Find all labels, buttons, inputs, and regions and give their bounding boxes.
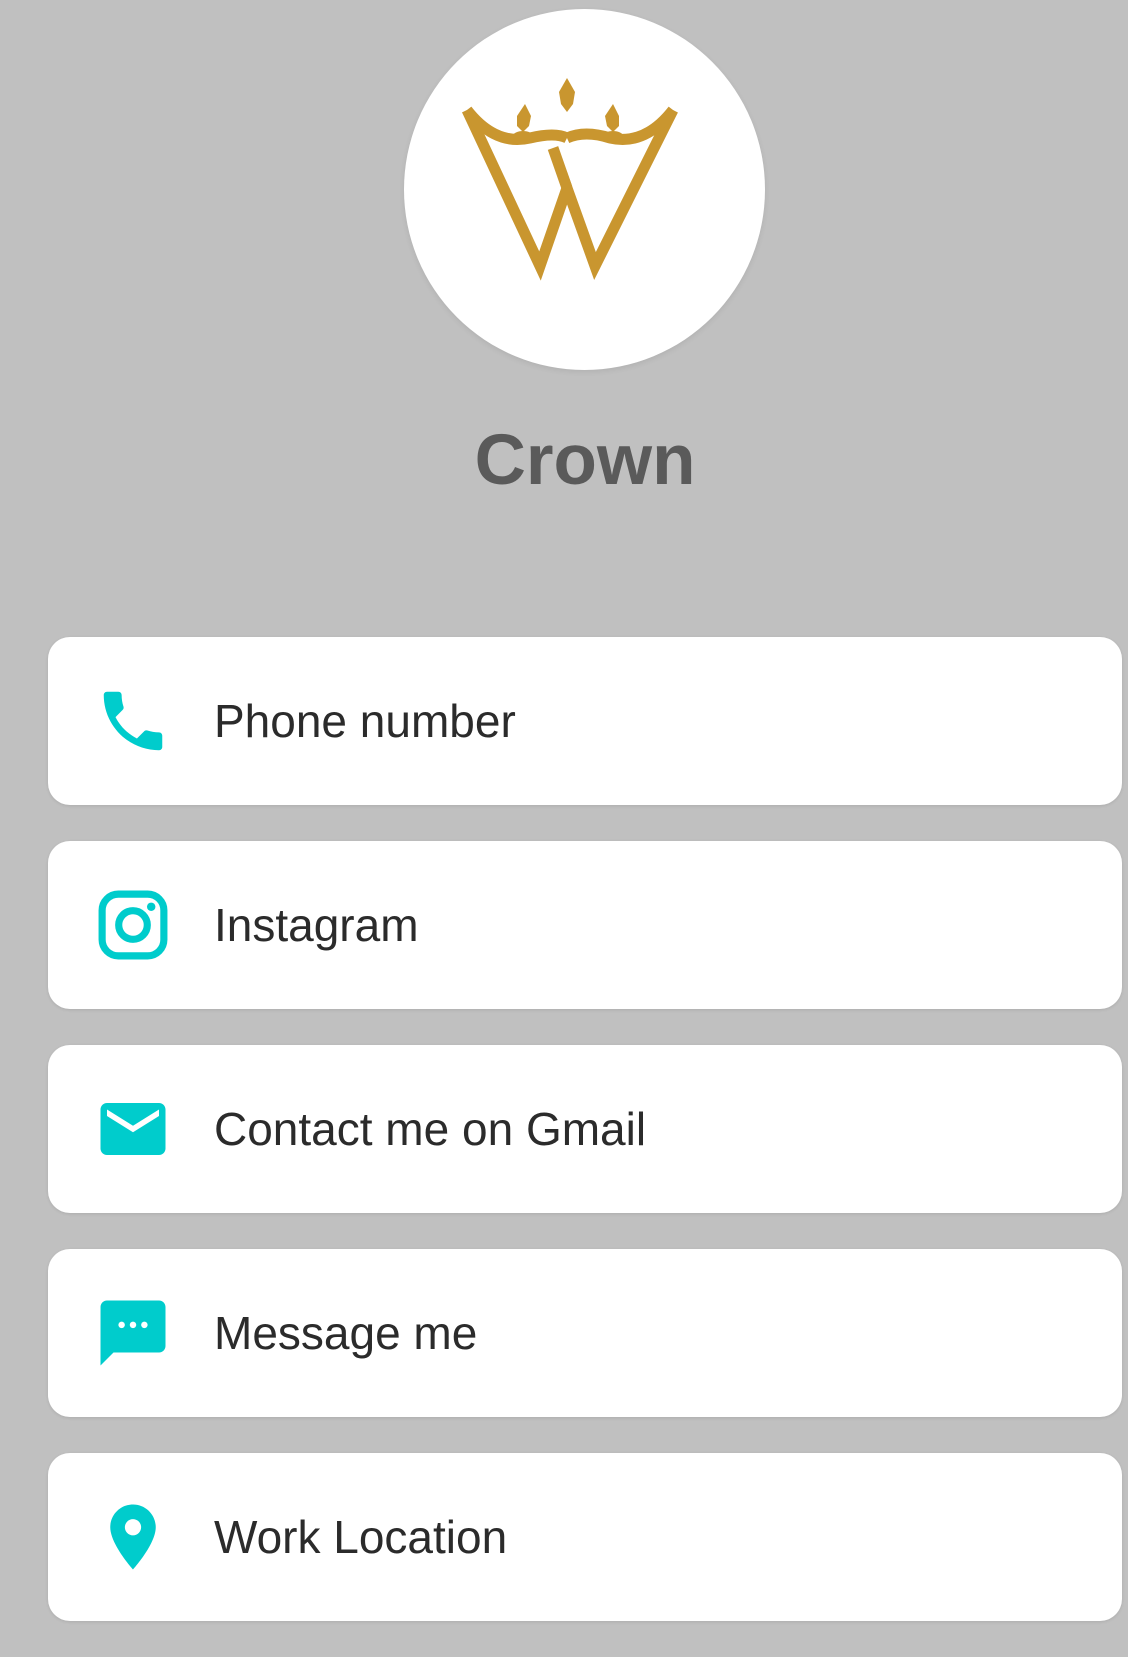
instagram-icon — [94, 886, 172, 964]
instagram-link-label: Instagram — [214, 899, 419, 951]
location-link-button[interactable]: Work Location — [48, 1453, 1122, 1621]
location-link-label: Work Location — [214, 1511, 508, 1563]
gmail-link-button[interactable]: Contact me on Gmail — [48, 1045, 1122, 1213]
location-pin-icon — [94, 1498, 172, 1576]
message-icon — [94, 1294, 172, 1372]
profile-name: Crown — [474, 421, 696, 500]
phone-icon — [94, 682, 172, 760]
instagram-link-button[interactable]: Instagram — [48, 841, 1122, 1009]
message-link-button[interactable]: Message me — [48, 1249, 1122, 1417]
message-link-label: Message me — [214, 1307, 478, 1359]
crown-w-icon — [461, 77, 678, 281]
phone-link-label: Phone number — [214, 695, 516, 747]
profile-avatar — [404, 9, 765, 370]
phone-link-button[interactable]: Phone number — [48, 637, 1122, 805]
link-list: Phone number Instagram Contact me on Gma… — [48, 637, 1122, 1657]
gmail-link-label: Contact me on Gmail — [214, 1103, 647, 1155]
mail-icon — [94, 1090, 172, 1168]
